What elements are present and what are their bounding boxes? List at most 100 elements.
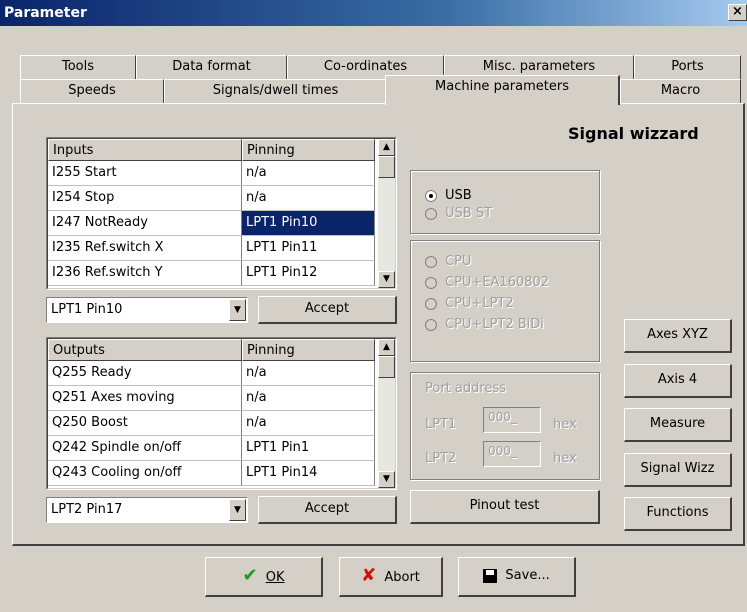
table-row[interactable]: Q251 Axes moving n/a bbox=[48, 386, 395, 411]
input-name: I255 Start bbox=[48, 161, 242, 186]
scroll-up-icon[interactable]: ▲ bbox=[378, 339, 395, 356]
outputs-pin-select-value: LPT2 Pin17 bbox=[51, 502, 123, 517]
output-name: Q242 Spindle on/off bbox=[48, 436, 242, 461]
table-row[interactable]: I254 Stop n/a bbox=[48, 186, 395, 211]
table-row[interactable]: Q255 Ready n/a bbox=[48, 361, 395, 386]
measure-button[interactable]: Measure bbox=[624, 408, 732, 442]
inputs-table: Inputs Pinning I255 Start n/a I254 Stop … bbox=[46, 137, 397, 290]
tab-macro[interactable]: Macro bbox=[620, 79, 741, 103]
input-pin-selected: LPT1 Pin10 bbox=[242, 211, 375, 236]
table-row[interactable]: I236 Ref.switch Y LPT1 Pin12 bbox=[48, 261, 395, 286]
abort-label: Abort bbox=[384, 570, 420, 585]
input-pin: LPT1 Pin12 bbox=[242, 261, 375, 286]
inputs-scrollbar[interactable]: ▲ ▼ bbox=[378, 139, 395, 288]
pinning-column-header[interactable]: Pinning bbox=[242, 139, 375, 161]
cross-icon: ✘ bbox=[361, 565, 377, 586]
radio-label: USB bbox=[445, 188, 472, 203]
interface-group: USB USB ST bbox=[410, 170, 600, 234]
scroll-thumb[interactable] bbox=[378, 156, 395, 178]
lpt1-address-input[interactable]: 000_ bbox=[483, 407, 541, 433]
inputs-accept-button[interactable]: Accept bbox=[258, 296, 397, 324]
table-row[interactable]: Q243 Cooling on/off LPT1 Pin14 bbox=[48, 461, 395, 486]
tab-label: Speeds bbox=[68, 83, 116, 98]
output-name: Q250 Boost bbox=[48, 411, 242, 436]
abort-button[interactable]: ✘ Abort bbox=[339, 557, 443, 597]
inputs-column-header[interactable]: Inputs bbox=[48, 139, 242, 161]
scroll-down-icon[interactable]: ▼ bbox=[378, 271, 395, 288]
tab-machine-parameters[interactable]: Machine parameters bbox=[385, 75, 620, 105]
ok-button[interactable]: ✔ OK bbox=[205, 557, 323, 597]
radio-label: CPU bbox=[445, 254, 472, 269]
scroll-up-icon[interactable]: ▲ bbox=[378, 139, 395, 156]
radio-label: CPU+EA160802 bbox=[445, 275, 550, 290]
outputs-pin-select[interactable]: LPT2 Pin17 ▼ bbox=[46, 497, 248, 523]
ok-label: OK bbox=[265, 570, 285, 585]
radio-label: CPU+LPT2 bbox=[445, 296, 514, 311]
output-pin: n/a bbox=[242, 386, 375, 411]
cpu-group: CPU CPU+EA160802 CPU+LPT2 CPU+LPT2 BiDi bbox=[410, 240, 600, 362]
output-pin: n/a bbox=[242, 361, 375, 386]
tab-label: Machine parameters bbox=[435, 79, 569, 94]
input-pin: n/a bbox=[242, 161, 375, 186]
input-name: I247 NotReady bbox=[48, 211, 242, 236]
outputs-column-header[interactable]: Outputs bbox=[48, 339, 242, 361]
tab-data-format[interactable]: Data format bbox=[136, 55, 287, 79]
output-pin: LPT1 Pin14 bbox=[242, 461, 375, 486]
port-address-label: Port address bbox=[425, 381, 506, 396]
tab-signals-dwell-times[interactable]: Signals/dwell times bbox=[164, 79, 387, 103]
inputs-pin-select-value: LPT1 Pin10 bbox=[51, 302, 123, 317]
radio-icon bbox=[425, 208, 437, 220]
table-row[interactable]: Q242 Spindle on/off LPT1 Pin1 bbox=[48, 436, 395, 461]
tab-label: Tools bbox=[61, 59, 95, 74]
tab-label: Signals/dwell times bbox=[212, 83, 339, 98]
tab-ports[interactable]: Ports bbox=[634, 55, 741, 79]
tab-label: Co-ordinates bbox=[323, 59, 408, 74]
scroll-down-icon[interactable]: ▼ bbox=[378, 471, 395, 488]
pinning-column-header[interactable]: Pinning bbox=[242, 339, 375, 361]
radio-label: USB ST bbox=[445, 206, 493, 221]
table-row[interactable]: Q250 Boost n/a bbox=[48, 411, 395, 436]
output-pin: n/a bbox=[242, 411, 375, 436]
axes-xyz-button[interactable]: Axes XYZ bbox=[624, 319, 732, 353]
chevron-down-icon[interactable]: ▼ bbox=[229, 499, 246, 521]
radio-icon bbox=[425, 277, 437, 289]
tab-speeds[interactable]: Speeds bbox=[20, 79, 164, 103]
table-row[interactable]: I235 Ref.switch X LPT1 Pin11 bbox=[48, 236, 395, 261]
axis-4-button[interactable]: Axis 4 bbox=[624, 364, 732, 398]
chevron-down-icon[interactable]: ▼ bbox=[229, 299, 246, 321]
output-name: Q251 Axes moving bbox=[48, 386, 242, 411]
port-address-group: Port address LPT1 000_ hex LPT2 000_ hex bbox=[410, 372, 600, 480]
tab-label: Misc. parameters bbox=[482, 59, 596, 74]
scroll-thumb[interactable] bbox=[378, 356, 395, 378]
output-name: Q255 Ready bbox=[48, 361, 242, 386]
tab-label: Ports bbox=[671, 59, 704, 74]
lpt1-hex-unit: hex bbox=[553, 417, 577, 432]
radio-selected-icon bbox=[425, 190, 437, 202]
output-pin: LPT1 Pin1 bbox=[242, 436, 375, 461]
save-label: Save... bbox=[505, 568, 550, 583]
outputs-scrollbar[interactable]: ▲ ▼ bbox=[378, 339, 395, 488]
input-name: I254 Stop bbox=[48, 186, 242, 211]
inputs-pin-select[interactable]: LPT1 Pin10 ▼ bbox=[46, 297, 248, 323]
input-pin: LPT1 Pin11 bbox=[242, 236, 375, 261]
close-button[interactable]: × bbox=[728, 4, 747, 21]
outputs-accept-button[interactable]: Accept bbox=[258, 496, 397, 524]
signal-wizz-button[interactable]: Signal Wizz bbox=[624, 453, 732, 487]
table-row[interactable]: I247 NotReady LPT1 Pin10 bbox=[48, 211, 395, 236]
input-name: I235 Ref.switch X bbox=[48, 236, 242, 261]
pinout-test-button[interactable]: Pinout test bbox=[410, 490, 600, 524]
signal-wizard-title: Signal wizzard bbox=[568, 124, 699, 143]
lpt2-address-input[interactable]: 000_ bbox=[483, 441, 541, 467]
radio-icon bbox=[425, 319, 437, 331]
table-row[interactable]: I255 Start n/a bbox=[48, 161, 395, 186]
functions-button[interactable]: Functions bbox=[624, 497, 732, 531]
tab-label: Macro bbox=[660, 83, 701, 98]
input-name: I236 Ref.switch Y bbox=[48, 261, 242, 286]
input-pin: n/a bbox=[242, 186, 375, 211]
tab-label: Data format bbox=[172, 59, 251, 74]
save-button[interactable]: Save... bbox=[458, 557, 576, 597]
radio-icon bbox=[425, 256, 437, 268]
outputs-table: Outputs Pinning Q255 Ready n/a Q251 Axes… bbox=[46, 337, 397, 490]
tab-tools[interactable]: Tools bbox=[20, 55, 136, 79]
window-title-bar: Parameter bbox=[0, 0, 747, 26]
